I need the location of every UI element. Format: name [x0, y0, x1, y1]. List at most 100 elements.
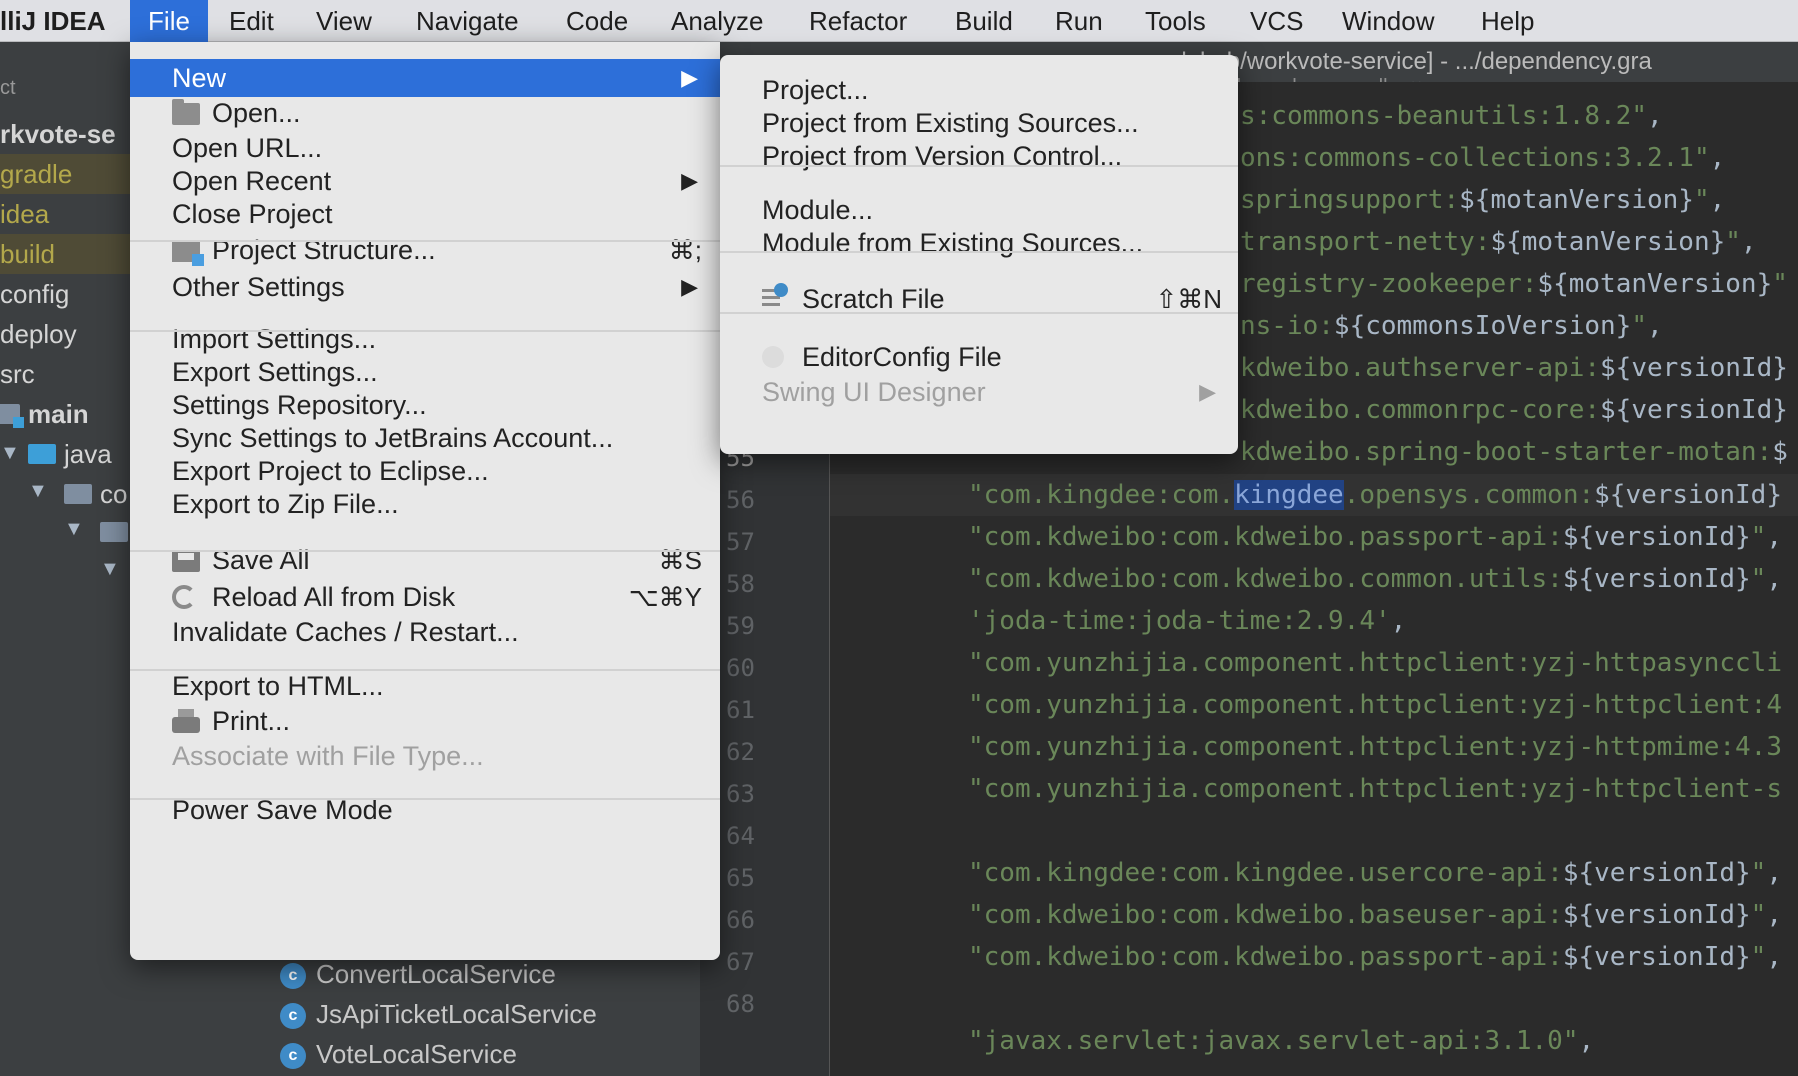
code-punct: , — [1740, 227, 1757, 257]
project-structure-icon — [172, 240, 204, 266]
project-view-header[interactable]: ct — [0, 68, 16, 108]
line-number: 66 — [726, 906, 755, 934]
tree-folder-java[interactable]: java — [64, 434, 112, 474]
code-string: "com.kingdee:com. — [968, 480, 1235, 510]
code-line: "javax.servlet:javax.servlet-api:3.1.0", — [968, 1021, 1594, 1061]
new-submenu-item-label: Project from Version Control... — [762, 141, 1123, 171]
menu-navigate[interactable]: Navigate — [416, 0, 519, 42]
code-string: " — [1772, 269, 1788, 299]
code-punct: , — [1390, 606, 1407, 636]
code-variable: ${versionId} — [1562, 858, 1751, 888]
tree-folder-src[interactable]: src — [0, 354, 35, 394]
menu-code[interactable]: Code — [566, 0, 628, 42]
submenu-arrow-icon: ▶ — [681, 65, 698, 90]
tree-class-item[interactable]: c JsApiTicketLocalService — [280, 994, 597, 1034]
editorconfig-icon — [762, 346, 784, 368]
code-variable: ${versionId} — [1562, 900, 1751, 930]
menu-refactor[interactable]: Refactor — [809, 0, 907, 42]
chevron-down-icon[interactable]: ▼ — [0, 442, 20, 465]
menu-window[interactable]: Window — [1342, 0, 1434, 42]
tree-folder-gradle[interactable]: gradle — [0, 154, 130, 194]
line-number: 57 — [726, 528, 755, 556]
file-menu-item-save-all[interactable]: Save All ⌘S — [130, 541, 720, 579]
file-menu-item-invalidate-caches-restart[interactable]: Invalidate Caches / Restart... — [130, 613, 720, 651]
file-menu-item-label: New — [172, 63, 227, 93]
menu-separator — [130, 240, 720, 242]
menu-view[interactable]: View — [316, 0, 372, 42]
tree-folder-idea[interactable]: idea — [0, 194, 130, 234]
menu-separator — [130, 798, 720, 800]
tree-class-item[interactable]: c ConvertLocalService — [280, 954, 556, 994]
source-folder-icon — [0, 404, 24, 428]
menu-bar: lliJ IDEA File Edit View Navigate Code A… — [0, 0, 1798, 42]
line-number: 61 — [726, 696, 755, 724]
file-menu-item-export-to-zip-file[interactable]: Export to Zip File... — [130, 485, 720, 523]
print-icon — [172, 709, 200, 733]
file-menu-item-project-structure[interactable]: Project Structure... ⌘; — [130, 231, 720, 269]
code-line: "com.kdweibo:com.kdweibo.passport-api:${… — [968, 517, 1782, 557]
new-submenu-item-project-from-version-control[interactable]: Project from Version Control... — [720, 137, 1238, 175]
code-string: "com.yunzhijia.component.httpclient:yzj-… — [968, 648, 1782, 678]
line-number: 68 — [726, 990, 755, 1018]
file-menu-item-other-settings[interactable]: Other Settings ▶ — [130, 268, 720, 306]
chevron-down-icon[interactable]: ▼ — [64, 518, 84, 541]
tree-folder-main[interactable]: main — [28, 394, 89, 434]
tree-class-item[interactable]: c VoteLocalService — [280, 1034, 517, 1074]
code-variable: ${motanVersion} — [1459, 185, 1694, 215]
code-punct: , — [1766, 522, 1782, 552]
file-menu-item-power-save-mode[interactable]: Power Save Mode — [130, 791, 720, 829]
file-menu-item-new[interactable]: New ▶ — [130, 59, 720, 97]
code-variable: ${motanVersion} — [1537, 269, 1773, 299]
code-string: "com.yunzhijia.component.httpclient:yzj-… — [968, 774, 1782, 804]
chevron-down-icon[interactable]: ▼ — [28, 480, 48, 503]
file-menu-item-close-project[interactable]: Close Project — [130, 195, 720, 233]
code-line: "com.kdweibo:com.kdweibo.passport-api:${… — [968, 937, 1782, 977]
new-submenu-item-label: Module from Existing Sources... — [762, 228, 1144, 258]
file-menu-item-label: Close Project — [172, 199, 333, 229]
menu-build[interactable]: Build — [955, 0, 1013, 42]
tree-folder-build[interactable]: build — [0, 234, 130, 274]
tree-root-module[interactable]: rkvote-se — [0, 114, 116, 154]
code-punct: , — [1647, 101, 1663, 131]
menu-vcs[interactable]: VCS — [1250, 0, 1303, 42]
file-menu-item-export-to-html[interactable]: Export to HTML... — [130, 667, 720, 705]
new-submenu-item-swing-ui-designer: Swing UI Designer ▶ — [720, 373, 1238, 411]
line-number: 62 — [726, 738, 755, 766]
chevron-down-icon[interactable]: ▼ — [100, 558, 120, 581]
code-line-fragment: kdweibo.authserver-api:${versionId} — [1240, 348, 1788, 388]
tree-class-label: VoteLocalService — [316, 1039, 517, 1069]
class-icon: c — [280, 1043, 306, 1070]
file-menu-item-label: Open... — [212, 98, 301, 128]
file-menu-item-label: Associate with File Type... — [172, 741, 484, 771]
file-menu-item-open[interactable]: Open... — [130, 94, 720, 132]
menu-separator — [130, 669, 720, 671]
line-number: 59 — [726, 612, 755, 640]
menu-edit[interactable]: Edit — [229, 0, 274, 42]
code-variable: ${versionId} — [1562, 942, 1751, 972]
code-string: " — [1750, 858, 1767, 888]
code-string: " — [1750, 900, 1767, 930]
file-menu-item-reload-all-from-disk[interactable]: Reload All from Disk ⌥⌘Y — [130, 578, 720, 616]
menu-file[interactable]: File — [130, 0, 208, 42]
code-punct: , — [1766, 942, 1782, 972]
shortcut-label: ⌘S — [658, 545, 702, 575]
code-string: transport-netty: — [1240, 227, 1491, 257]
shortcut-label: ⌥⌘Y — [628, 582, 702, 612]
menu-app-name[interactable]: lliJ IDEA — [0, 0, 105, 42]
menu-run[interactable]: Run — [1055, 0, 1103, 42]
shortcut-label: ⌘; — [668, 235, 702, 265]
file-menu-item-print[interactable]: Print... — [130, 702, 720, 740]
code-line-fragment: ns-io:${commonsIoVersion}", — [1240, 306, 1663, 346]
tree-folder-deploy[interactable]: deploy — [0, 314, 77, 354]
tree-package-co[interactable]: co — [100, 474, 127, 514]
new-submenu-item-module-from-existing-sources[interactable]: Module from Existing Sources... — [720, 224, 1238, 262]
tree-folder-config[interactable]: config — [0, 274, 69, 314]
file-menu: New ▶ Open... Open URL... Open Recent ▶ Close … — [130, 42, 720, 960]
file-menu-item-label: Save All — [212, 545, 310, 575]
menu-help[interactable]: Help — [1481, 0, 1534, 42]
submenu-arrow-icon: ▶ — [1199, 379, 1216, 404]
menu-analyze[interactable]: Analyze — [671, 0, 764, 42]
package-icon — [100, 522, 128, 542]
new-submenu-item-editorconfig-file[interactable]: EditorConfig File — [720, 338, 1238, 376]
menu-tools[interactable]: Tools — [1145, 0, 1206, 42]
